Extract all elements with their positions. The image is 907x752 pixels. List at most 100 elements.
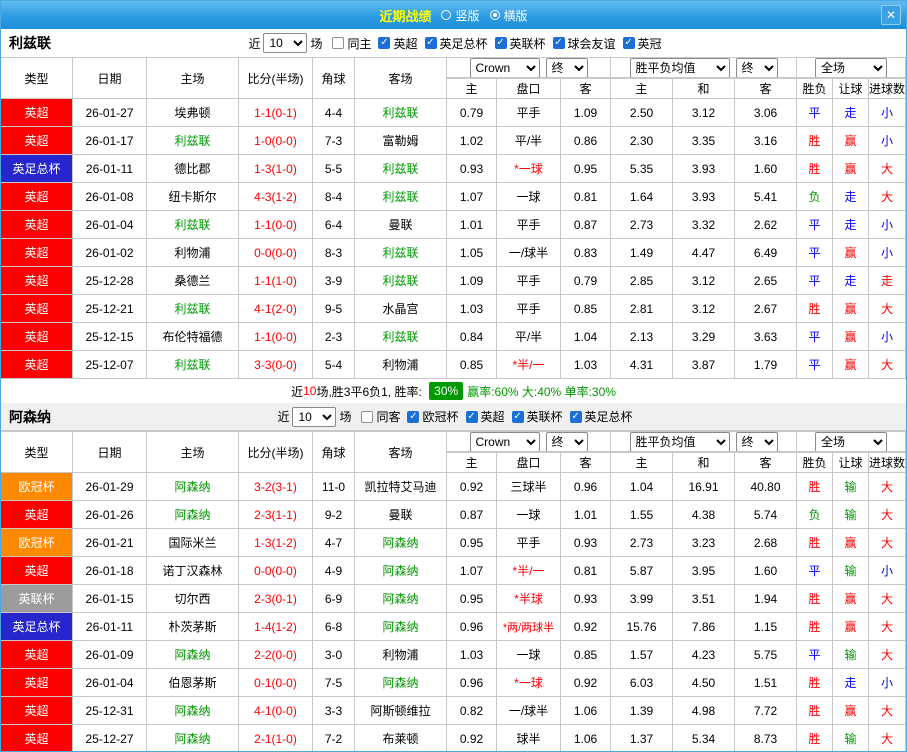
league-filter-checkbox[interactable]: 同主 — [332, 35, 371, 52]
home-team[interactable]: 埃弗顿 — [147, 99, 239, 127]
home-team[interactable]: 桑德兰 — [147, 267, 239, 295]
home-team[interactable]: 切尔西 — [147, 585, 239, 613]
away-team[interactable]: 阿森纳 — [355, 669, 447, 697]
filter-controls: 近10场同主英超英足总杯英联杯球会友谊英冠 — [245, 33, 661, 53]
match-count-select[interactable]: 10 — [263, 33, 307, 53]
home-team[interactable]: 诺丁汉森林 — [147, 557, 239, 585]
column-header: 类型 — [1, 431, 73, 473]
handicap-result: 赢 — [833, 323, 869, 351]
home-team[interactable]: 阿森纳 — [147, 697, 239, 725]
results-table: 类型日期主场比分(半场)角球客场Crown终胜平负均值终全场主盘口客主和客胜负让… — [1, 57, 906, 379]
table-header: 类型日期主场比分(半场)角球客场Crown终胜平负均值终全场主盘口客主和客胜负让… — [1, 431, 906, 473]
corner-score: 4-4 — [313, 99, 355, 127]
home-team[interactable]: 利兹联 — [147, 211, 239, 239]
away-team[interactable]: 利兹联 — [355, 239, 447, 267]
home-team[interactable]: 利兹联 — [147, 295, 239, 323]
sub-column-header: 进球数 — [869, 452, 906, 473]
away-team[interactable]: 利兹联 — [355, 267, 447, 295]
home-team[interactable]: 利兹联 — [147, 351, 239, 379]
sub-column-header: 和 — [673, 78, 735, 99]
match-date: 25-12-21 — [73, 295, 147, 323]
match-score: 4-3(1-2) — [239, 183, 313, 211]
home-team[interactable]: 阿森纳 — [147, 501, 239, 529]
asia-handicap: 三球半 — [497, 473, 561, 501]
goals-result: 大 — [869, 641, 906, 669]
league-filter-checkbox[interactable]: 英联杯 — [495, 35, 546, 52]
europe-avg-select[interactable]: 胜平负均值 — [630, 432, 730, 452]
company-final-select[interactable]: 终 — [546, 432, 588, 452]
league-filter-checkbox[interactable]: 英联杯 — [512, 408, 563, 425]
wdl-result: 胜 — [797, 529, 833, 557]
titlebar: 近期战绩 竖版 横版 ✕ — [1, 1, 906, 29]
away-team[interactable]: 阿斯顿维拉 — [355, 697, 447, 725]
home-team[interactable]: 利兹联 — [147, 127, 239, 155]
layout-horizontal-radio[interactable]: 横版 — [490, 7, 528, 24]
league-filter-checkbox[interactable]: 英超 — [378, 35, 417, 52]
match-count-select[interactable]: 10 — [292, 407, 336, 427]
match-row: 英超26-01-04伯恩茅斯0-1(0-0)7-5阿森纳0.96*一球0.926… — [1, 669, 906, 697]
match-score: 4-1(0-0) — [239, 697, 313, 725]
corner-score: 6-4 — [313, 211, 355, 239]
league-filter-checkbox[interactable]: 英足总杯 — [425, 35, 488, 52]
layout-vertical-radio[interactable]: 竖版 — [441, 7, 479, 24]
away-team[interactable]: 富勒姆 — [355, 127, 447, 155]
home-team[interactable]: 利物浦 — [147, 239, 239, 267]
league-badge: 英超 — [1, 183, 73, 211]
europe-avg-header: 胜平负均值终 — [611, 57, 797, 78]
company-final-select[interactable]: 终 — [546, 58, 588, 78]
home-team[interactable]: 伯恩茅斯 — [147, 669, 239, 697]
sub-column-header: 主 — [447, 452, 497, 473]
away-team[interactable]: 阿森纳 — [355, 613, 447, 641]
scope-select[interactable]: 全场 — [815, 58, 887, 78]
away-team[interactable]: 阿森纳 — [355, 557, 447, 585]
home-team[interactable]: 阿森纳 — [147, 725, 239, 752]
league-filter-checkbox[interactable]: 球会友谊 — [553, 35, 616, 52]
league-filter-checkbox[interactable]: 英超 — [466, 408, 505, 425]
checkbox-label: 英足总杯 — [440, 35, 488, 52]
corner-score: 6-9 — [313, 585, 355, 613]
home-team[interactable]: 布伦特福德 — [147, 323, 239, 351]
euro-away-odds: 1.60 — [735, 155, 797, 183]
away-team[interactable]: 曼联 — [355, 211, 447, 239]
away-team[interactable]: 曼联 — [355, 501, 447, 529]
home-team[interactable]: 德比郡 — [147, 155, 239, 183]
home-team[interactable]: 国际米兰 — [147, 529, 239, 557]
home-team[interactable]: 阿森纳 — [147, 641, 239, 669]
away-team[interactable]: 阿森纳 — [355, 585, 447, 613]
asia-handicap: 平手 — [497, 99, 561, 127]
league-filter-checkbox[interactable]: 欧冠杯 — [407, 408, 458, 425]
checkbox-checked-icon — [570, 411, 582, 423]
home-team[interactable]: 阿森纳 — [147, 473, 239, 501]
league-filter-checkbox[interactable]: 同客 — [361, 408, 400, 425]
checkbox-label: 英超 — [481, 408, 505, 425]
away-team[interactable]: 利兹联 — [355, 99, 447, 127]
asia-home-odds: 0.84 — [447, 323, 497, 351]
league-badge: 欧冠杯 — [1, 529, 73, 557]
wdl-result: 胜 — [797, 473, 833, 501]
company-select[interactable]: Crown — [470, 432, 540, 452]
match-row: 英超26-01-17利兹联1-0(0-0)7-3富勒姆1.02平/半0.862.… — [1, 127, 906, 155]
euro-draw-odds: 4.47 — [673, 239, 735, 267]
away-team[interactable]: 布莱顿 — [355, 725, 447, 752]
close-icon[interactable]: ✕ — [881, 5, 901, 25]
home-team[interactable]: 朴茨茅斯 — [147, 613, 239, 641]
home-team[interactable]: 纽卡斯尔 — [147, 183, 239, 211]
europe-final-select[interactable]: 终 — [736, 432, 778, 452]
league-filter-checkbox[interactable]: 英冠 — [623, 35, 662, 52]
league-badge: 英超 — [1, 267, 73, 295]
scope-select[interactable]: 全场 — [815, 432, 887, 452]
europe-avg-select[interactable]: 胜平负均值 — [630, 58, 730, 78]
away-team[interactable]: 阿森纳 — [355, 529, 447, 557]
away-team[interactable]: 利物浦 — [355, 351, 447, 379]
away-team[interactable]: 水晶宫 — [355, 295, 447, 323]
wdl-result: 平 — [797, 557, 833, 585]
europe-final-select[interactable]: 终 — [736, 58, 778, 78]
corner-score: 4-9 — [313, 557, 355, 585]
away-team[interactable]: 凯拉特艾马迪 — [355, 473, 447, 501]
away-team[interactable]: 利兹联 — [355, 183, 447, 211]
away-team[interactable]: 利物浦 — [355, 641, 447, 669]
league-filter-checkbox[interactable]: 英足总杯 — [570, 408, 633, 425]
away-team[interactable]: 利兹联 — [355, 323, 447, 351]
company-select[interactable]: Crown — [470, 58, 540, 78]
away-team[interactable]: 利兹联 — [355, 155, 447, 183]
